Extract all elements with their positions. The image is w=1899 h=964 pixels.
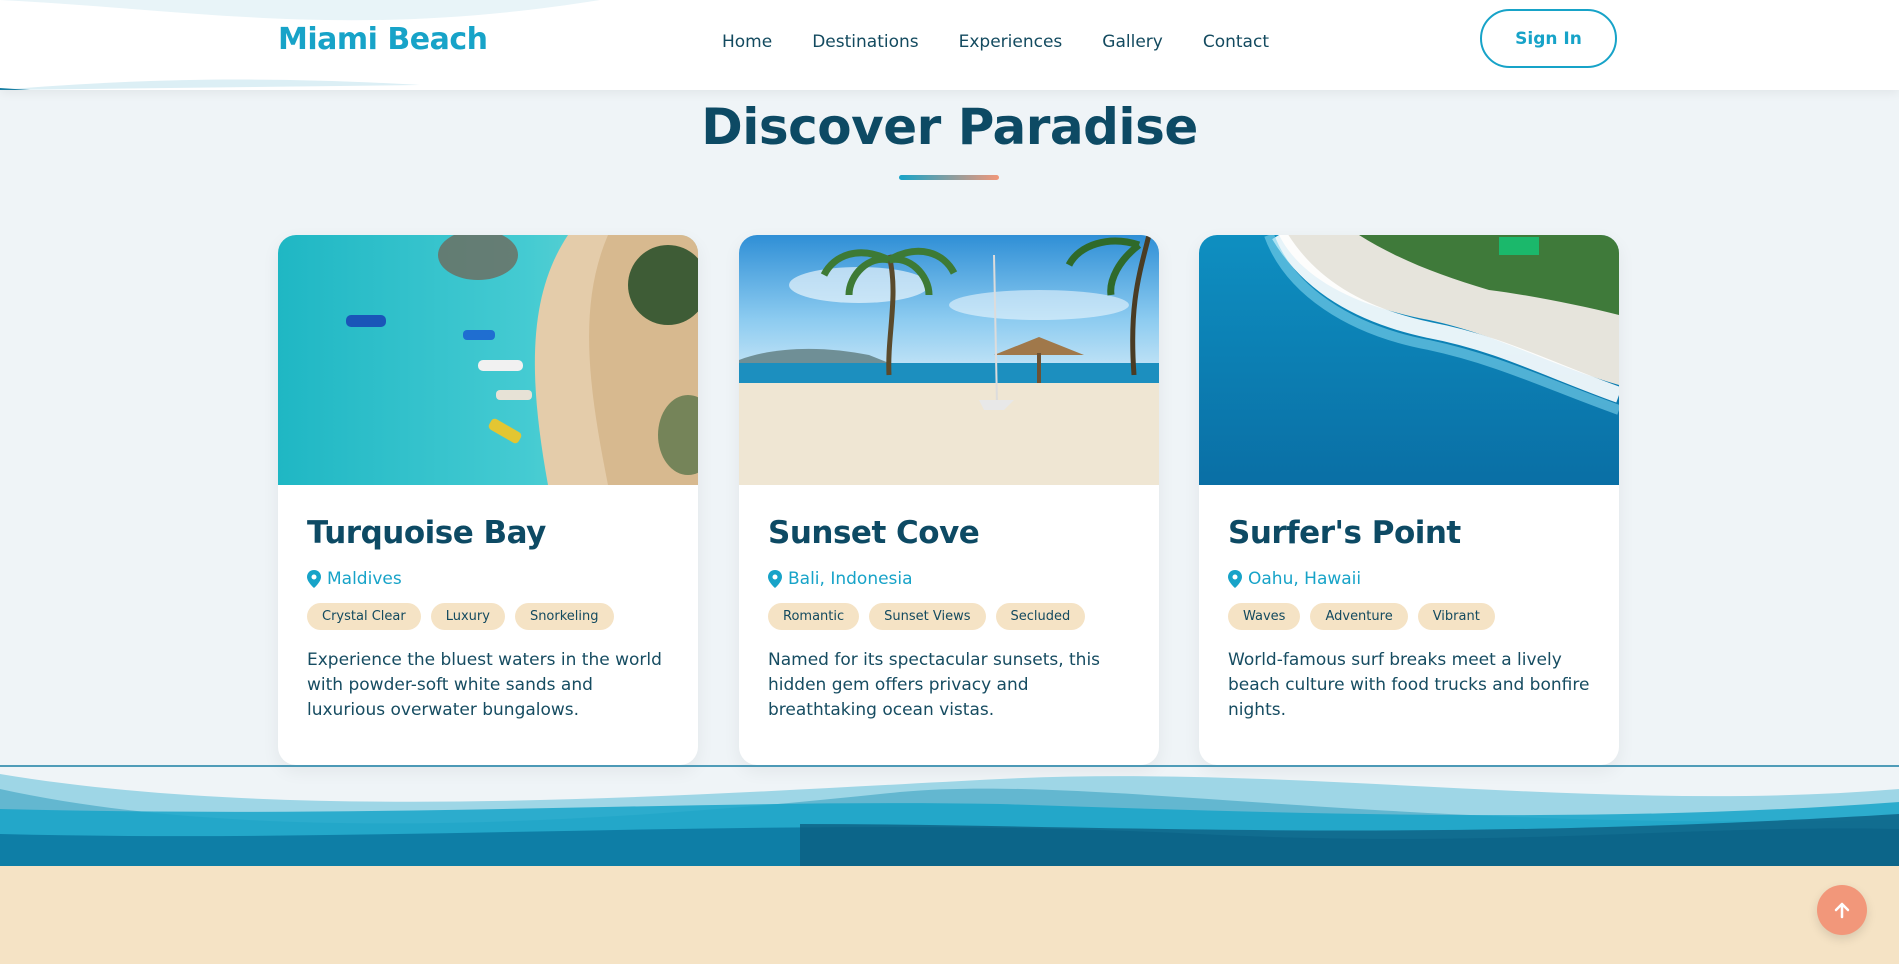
wave-divider [0, 765, 1899, 866]
card-description: World-famous surf breaks meet a lively b… [1228, 650, 1590, 720]
tag: Vibrant [1417, 603, 1495, 630]
destination-card[interactable]: Turquoise Bay Maldives Crystal Clear Lux… [278, 235, 698, 765]
next-section [0, 866, 1899, 964]
card-body: Turquoise Bay Maldives Crystal Clear Lux… [307, 515, 669, 723]
site-logo[interactable]: Miami Beach [278, 22, 488, 57]
destination-image-turquoise-bay [278, 235, 698, 485]
location-text: Maldives [327, 569, 402, 589]
destination-card[interactable]: Sunset Cove Bali, Indonesia Romantic Sun… [739, 235, 1159, 765]
destination-image-sunset-cove [739, 235, 1159, 485]
card-title: Turquoise Bay [307, 515, 546, 551]
tag: Luxury [430, 603, 505, 630]
site-header: Miami Beach Home Destinations Experience… [0, 0, 1899, 90]
tag: Sunset Views [869, 603, 986, 630]
tag: Adventure [1310, 603, 1408, 630]
nav-experiences[interactable]: Experiences [959, 32, 1063, 52]
tag-list: Waves Adventure Vibrant [1228, 603, 1590, 630]
card-location: Maldives [307, 569, 669, 589]
location-text: Oahu, Hawaii [1248, 569, 1362, 589]
tag: Waves [1228, 603, 1301, 630]
map-pin-icon [1228, 570, 1242, 588]
map-pin-icon [307, 570, 321, 588]
tag: Romantic [768, 603, 860, 630]
card-location: Bali, Indonesia [768, 569, 1130, 589]
nav-gallery[interactable]: Gallery [1102, 32, 1163, 52]
nav-contact[interactable]: Contact [1203, 32, 1269, 52]
card-location: Oahu, Hawaii [1228, 569, 1590, 589]
nav-destinations[interactable]: Destinations [812, 32, 918, 52]
destination-image-surfers-point [1199, 235, 1619, 485]
card-description: Named for its spectacular sunsets, this … [768, 650, 1101, 720]
card-description: Experience the bluest waters in the worl… [307, 650, 662, 720]
tag-list: Romantic Sunset Views Secluded [768, 603, 1130, 630]
scroll-to-top-button[interactable] [1817, 885, 1867, 935]
card-title: Sunset Cove [768, 515, 980, 551]
title-underline [899, 175, 999, 180]
nav-home[interactable]: Home [722, 32, 772, 52]
tag: Crystal Clear [307, 603, 421, 630]
section-title: Discover Paradise [701, 98, 1198, 156]
destination-card[interactable]: Surfer's Point Oahu, Hawaii Waves Advent… [1199, 235, 1619, 765]
location-text: Bali, Indonesia [788, 569, 913, 589]
card-body: Surfer's Point Oahu, Hawaii Waves Advent… [1228, 515, 1590, 723]
tag: Snorkeling [514, 603, 614, 630]
card-body: Sunset Cove Bali, Indonesia Romantic Sun… [768, 515, 1130, 723]
sign-in-button[interactable]: Sign In [1480, 9, 1617, 68]
tag-list: Crystal Clear Luxury Snorkeling [307, 603, 669, 630]
tag: Secluded [995, 603, 1086, 630]
main-nav: Home Destinations Experiences Gallery Co… [722, 32, 1269, 52]
map-pin-icon [768, 570, 782, 588]
arrow-up-icon [1834, 902, 1850, 919]
card-title: Surfer's Point [1228, 515, 1461, 551]
